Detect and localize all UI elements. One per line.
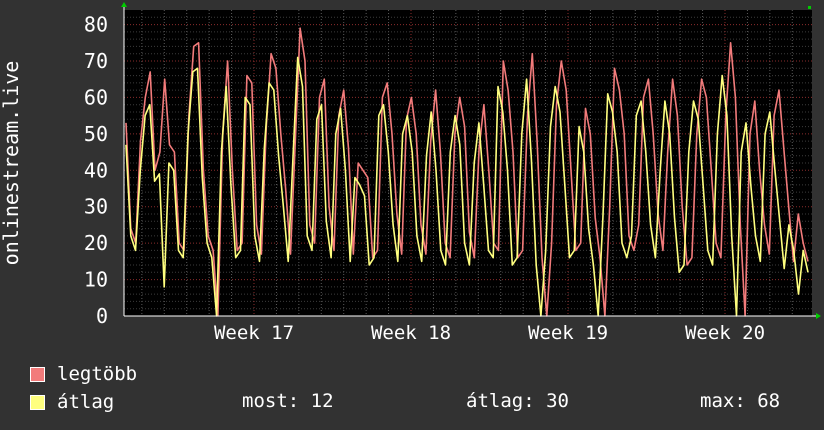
stat-current: most: 12 xyxy=(242,390,334,412)
legend-item-avg: átlag xyxy=(30,390,114,414)
y-tick-label: 80 xyxy=(84,13,108,37)
stat-average: átlag: 30 xyxy=(466,390,569,412)
stat-maximum: max: 68 xyxy=(700,390,781,412)
y-tick-label: 30 xyxy=(84,195,108,219)
plot-area xyxy=(124,10,812,316)
y-tick-label: 40 xyxy=(84,158,108,182)
x-tick-label: Week 20 xyxy=(685,322,765,344)
y-axis-arrow xyxy=(121,2,127,7)
x-axis-arrow xyxy=(816,313,821,319)
top-right-marker xyxy=(808,6,811,9)
legend-swatch-max xyxy=(30,366,45,382)
y-tick-label: 70 xyxy=(84,49,108,73)
legend-label-max: legtöbb xyxy=(57,363,138,385)
legend-label-avg: átlag xyxy=(57,391,115,413)
y-tick-label: 20 xyxy=(84,231,108,255)
x-tick-label: Week 18 xyxy=(371,322,451,344)
chart: 0 10 20 30 40 50 60 70 80 Week 17 Week 18 Week 19 We… xyxy=(0,2,821,344)
x-tick-label: Week 19 xyxy=(528,322,608,344)
y-axis-title: onlinestream.live xyxy=(0,61,23,266)
y-tick-label: 60 xyxy=(84,85,108,109)
y-tick-label: 10 xyxy=(84,268,108,292)
y-tick-label: 50 xyxy=(84,122,108,146)
x-tick-label: Week 17 xyxy=(214,322,294,344)
legend-swatch-avg xyxy=(30,394,45,410)
legend-item-max: legtöbb xyxy=(30,362,137,386)
y-tick-label: 0 xyxy=(96,304,108,328)
